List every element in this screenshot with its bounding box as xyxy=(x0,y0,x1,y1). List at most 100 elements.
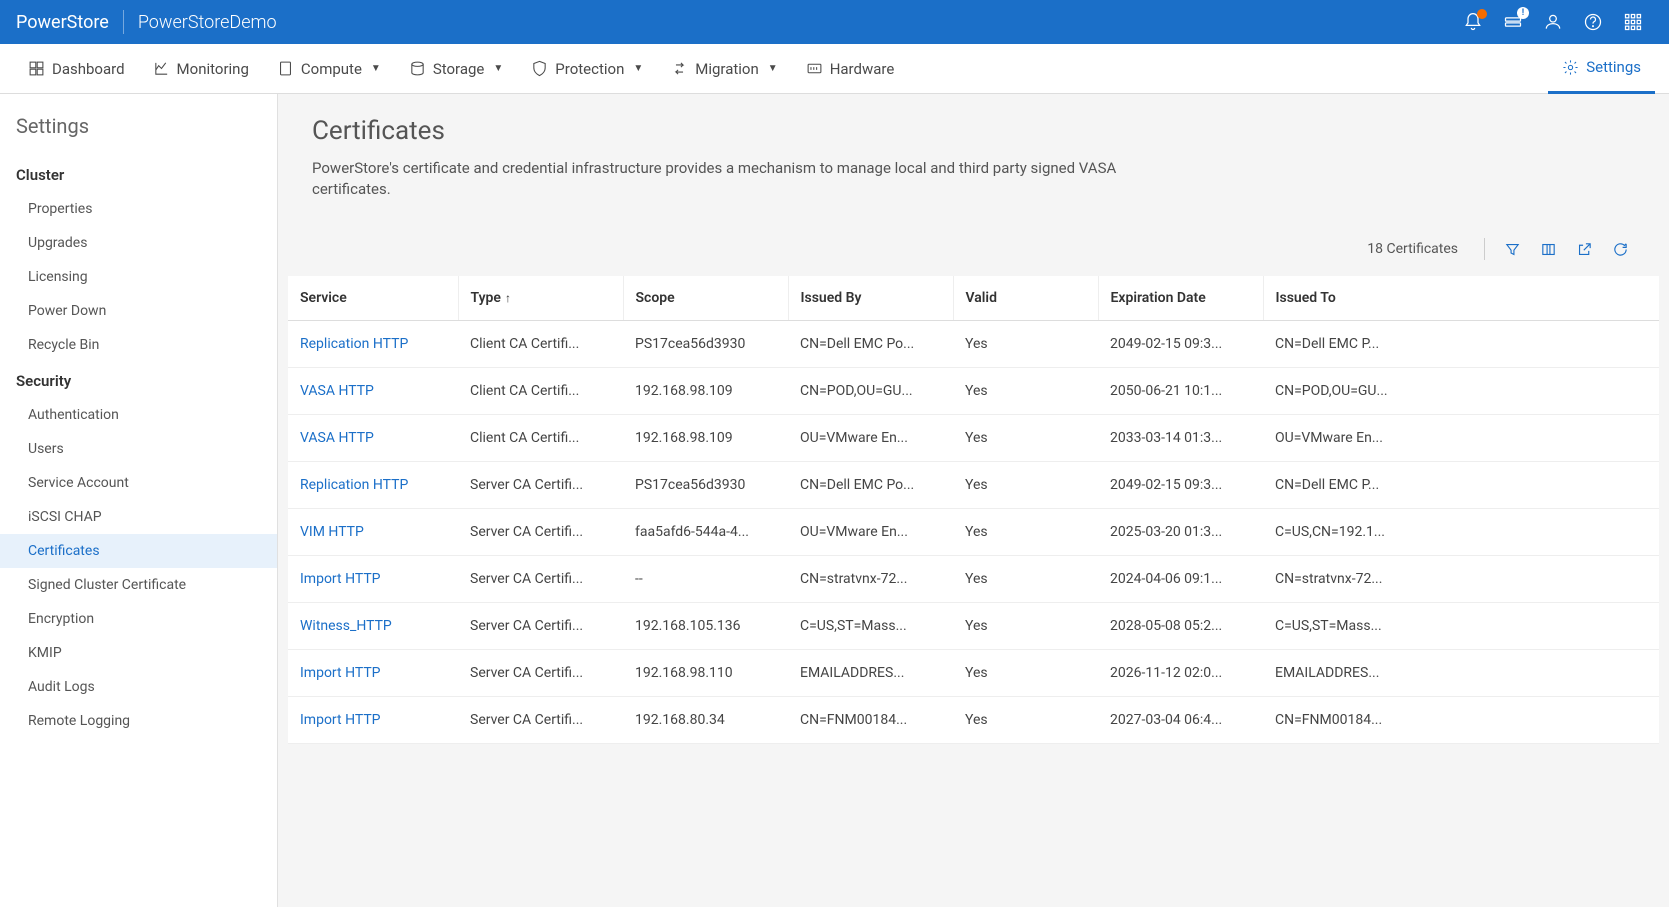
cell-type: Server CA Certifi... xyxy=(458,603,623,650)
sidebar-title: Settings xyxy=(0,94,277,156)
cell-service[interactable]: Witness_HTTP xyxy=(288,603,458,650)
nav-storage[interactable]: Storage ▼ xyxy=(395,44,517,94)
cell-service[interactable]: Import HTTP xyxy=(288,697,458,744)
sidebar-item-users[interactable]: Users xyxy=(0,432,277,466)
sidebar-item-auditlogs[interactable]: Audit Logs xyxy=(0,670,277,704)
cell-type: Server CA Certifi... xyxy=(458,697,623,744)
nav-protection[interactable]: Protection ▼ xyxy=(517,44,657,94)
cell-type: Server CA Certifi... xyxy=(458,556,623,603)
sidebar-item-encryption[interactable]: Encryption xyxy=(0,602,277,636)
cell-issued_to: CN=Dell EMC P... xyxy=(1263,321,1659,368)
cell-scope: 192.168.98.109 xyxy=(623,368,788,415)
refresh-icon[interactable] xyxy=(1605,236,1635,262)
export-icon[interactable] xyxy=(1569,236,1599,262)
user-icon[interactable] xyxy=(1543,12,1563,32)
app-header: PowerStore PowerStoreDemo ! xyxy=(0,0,1669,44)
column-scope[interactable]: Scope xyxy=(623,276,788,321)
table-row[interactable]: VASA HTTPClient CA Certifi...192.168.98.… xyxy=(288,368,1659,415)
main-content: Certificates PowerStore's certificate an… xyxy=(278,94,1669,907)
table-row[interactable]: VASA HTTPClient CA Certifi...192.168.98.… xyxy=(288,415,1659,462)
cell-expiration: 2025-03-20 01:3... xyxy=(1098,509,1263,556)
sidebar-item-recyclebin[interactable]: Recycle Bin xyxy=(0,328,277,362)
column-issuedto[interactable]: Issued To xyxy=(1263,276,1659,321)
notifications-icon[interactable] xyxy=(1463,12,1483,32)
table-row[interactable]: VIM HTTPServer CA Certifi...faa5afd6-544… xyxy=(288,509,1659,556)
cell-valid: Yes xyxy=(953,462,1098,509)
toolbar-divider xyxy=(1484,238,1485,260)
sidebar-item-certificates[interactable]: Certificates xyxy=(0,534,277,568)
notification-badge xyxy=(1477,9,1487,19)
cell-type: Server CA Certifi... xyxy=(458,650,623,697)
nav-migration[interactable]: Migration ▼ xyxy=(657,44,791,94)
column-issuedby[interactable]: Issued By xyxy=(788,276,953,321)
cell-scope: 192.168.98.110 xyxy=(623,650,788,697)
sidebar-item-serviceaccount[interactable]: Service Account xyxy=(0,466,277,500)
sidebar-item-authentication[interactable]: Authentication xyxy=(0,398,277,432)
columns-icon[interactable] xyxy=(1533,236,1563,262)
column-expiration[interactable]: Expiration Date xyxy=(1098,276,1263,321)
filter-icon[interactable] xyxy=(1497,236,1527,262)
nav-settings[interactable]: Settings xyxy=(1548,44,1655,94)
cell-scope: faa5afd6-544a-4... xyxy=(623,509,788,556)
cell-expiration: 2026-11-12 02:0... xyxy=(1098,650,1263,697)
cell-issued_by: CN=Dell EMC Po... xyxy=(788,321,953,368)
cell-issued_to: C=US,ST=Mass... xyxy=(1263,603,1659,650)
cell-valid: Yes xyxy=(953,368,1098,415)
sidebar-item-powerdown[interactable]: Power Down xyxy=(0,294,277,328)
help-icon[interactable] xyxy=(1583,12,1603,32)
cell-type: Client CA Certifi... xyxy=(458,415,623,462)
cell-expiration: 2049-02-15 09:3... xyxy=(1098,462,1263,509)
cell-valid: Yes xyxy=(953,321,1098,368)
table-row[interactable]: Import HTTPServer CA Certifi...192.168.8… xyxy=(288,697,1659,744)
apps-icon[interactable] xyxy=(1623,12,1643,32)
jobs-icon[interactable]: ! xyxy=(1503,12,1523,32)
cell-service[interactable]: Import HTTP xyxy=(288,650,458,697)
settings-sidebar: Settings Cluster Properties Upgrades Lic… xyxy=(0,94,278,907)
cell-scope: PS17cea56d3930 xyxy=(623,321,788,368)
app-name-label: PowerStoreDemo xyxy=(138,12,277,33)
cell-service[interactable]: VIM HTTP xyxy=(288,509,458,556)
nav-dashboard[interactable]: Dashboard xyxy=(14,44,139,94)
table-row[interactable]: Witness_HTTPServer CA Certifi...192.168.… xyxy=(288,603,1659,650)
sidebar-item-remotelogging[interactable]: Remote Logging xyxy=(0,704,277,738)
header-divider xyxy=(123,10,124,34)
nav-label: Compute xyxy=(301,60,362,78)
sidebar-item-upgrades[interactable]: Upgrades xyxy=(0,226,277,260)
cell-service[interactable]: Replication HTTP xyxy=(288,462,458,509)
cell-valid: Yes xyxy=(953,603,1098,650)
table-row[interactable]: Import HTTPServer CA Certifi...--CN=stra… xyxy=(288,556,1659,603)
cell-expiration: 2033-03-14 01:3... xyxy=(1098,415,1263,462)
column-service[interactable]: Service xyxy=(288,276,458,321)
cell-expiration: 2050-06-21 10:1... xyxy=(1098,368,1263,415)
cell-issued_to: CN=Dell EMC P... xyxy=(1263,462,1659,509)
sidebar-item-licensing[interactable]: Licensing xyxy=(0,260,277,294)
nav-monitoring[interactable]: Monitoring xyxy=(139,44,263,94)
cell-type: Client CA Certifi... xyxy=(458,321,623,368)
cell-service[interactable]: Replication HTTP xyxy=(288,321,458,368)
cell-service[interactable]: VASA HTTP xyxy=(288,415,458,462)
table-row[interactable]: Replication HTTPClient CA Certifi...PS17… xyxy=(288,321,1659,368)
sidebar-item-signedcert[interactable]: Signed Cluster Certificate xyxy=(0,568,277,602)
cell-type: Client CA Certifi... xyxy=(458,368,623,415)
page-title: Certificates xyxy=(312,116,1635,146)
cell-valid: Yes xyxy=(953,415,1098,462)
nav-compute[interactable]: Compute ▼ xyxy=(263,44,395,94)
cell-scope: 192.168.105.136 xyxy=(623,603,788,650)
table-row[interactable]: Import HTTPServer CA Certifi...192.168.9… xyxy=(288,650,1659,697)
cell-expiration: 2049-02-15 09:3... xyxy=(1098,321,1263,368)
table-row[interactable]: Replication HTTPServer CA Certifi...PS17… xyxy=(288,462,1659,509)
cell-service[interactable]: Import HTTP xyxy=(288,556,458,603)
sidebar-item-kmip[interactable]: KMIP xyxy=(0,636,277,670)
table-header-row: Service Type↑ Scope Issued By Valid Expi… xyxy=(288,276,1659,321)
nav-label: Hardware xyxy=(830,60,895,78)
column-type[interactable]: Type↑ xyxy=(458,276,623,321)
nav-hardware[interactable]: Hardware xyxy=(792,44,909,94)
column-valid[interactable]: Valid xyxy=(953,276,1098,321)
cell-issued_to: CN=POD,OU=GU... xyxy=(1263,368,1659,415)
cell-expiration: 2027-03-04 06:4... xyxy=(1098,697,1263,744)
sidebar-item-iscsichap[interactable]: iSCSI CHAP xyxy=(0,500,277,534)
sidebar-item-properties[interactable]: Properties xyxy=(0,192,277,226)
cell-service[interactable]: VASA HTTP xyxy=(288,368,458,415)
cell-valid: Yes xyxy=(953,556,1098,603)
cell-issued_to: OU=VMware En... xyxy=(1263,415,1659,462)
